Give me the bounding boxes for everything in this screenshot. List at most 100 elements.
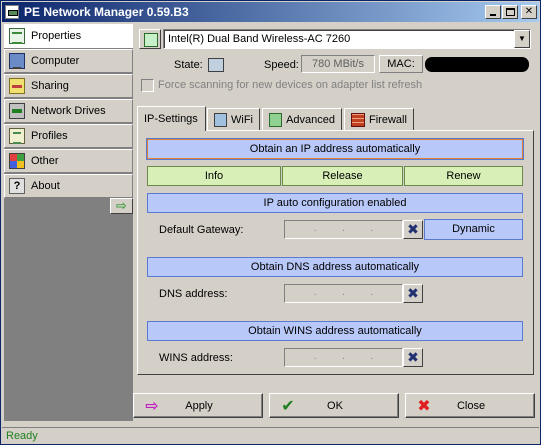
adapter-select[interactable]: Intel(R) Dual Band Wireless-AC 7260 ▼ (163, 29, 531, 49)
app-icon (5, 5, 19, 19)
tab-ip-settings[interactable]: IP-Settings (137, 106, 206, 131)
collapse-sidebar-button[interactable]: ⇨ (110, 198, 133, 214)
maximize-icon (506, 8, 515, 16)
clear-icon: ✖ (407, 221, 419, 237)
ip-dot: . (370, 287, 374, 298)
maximize-button[interactable] (502, 5, 518, 19)
adapter-selected-value: Intel(R) Dual Band Wireless-AC 7260 (168, 33, 351, 45)
renew-button[interactable]: Renew (404, 166, 523, 186)
minimize-button[interactable] (485, 5, 501, 19)
ip-dot: . (370, 223, 374, 234)
state-label: State: (174, 59, 203, 71)
sidebar-item-other[interactable]: Other (4, 149, 133, 173)
obtain-ip-toggle[interactable]: Obtain an IP address automatically (146, 138, 524, 160)
close-x-icon: ✖ (417, 397, 431, 415)
window-title: PE Network Manager 0.59.B3 (24, 5, 189, 19)
ip-dot: . (313, 351, 317, 362)
mac-address-redacted (425, 57, 529, 72)
sidebar-item-network-drives[interactable]: Network Drives (4, 99, 133, 123)
clear-wins-button[interactable]: ✖ (403, 348, 423, 367)
clear-icon: ✖ (407, 349, 419, 365)
dynamic-label: Dynamic (452, 223, 495, 235)
arrow-right-icon: ⇨ (116, 198, 127, 213)
close-button[interactable]: ✖ Close (405, 393, 535, 418)
tab-wifi[interactable]: WiFi (207, 108, 260, 130)
clear-gateway-button[interactable]: ✖ (403, 220, 423, 239)
release-label: Release (322, 170, 363, 182)
dynamic-button[interactable]: Dynamic (424, 219, 523, 240)
minimize-icon (490, 14, 496, 16)
force-scan-label: Force scanning for new devices on adapte… (158, 79, 423, 91)
mac-label: MAC: (379, 55, 423, 73)
wifi-icon (214, 112, 227, 127)
status-bar: Ready (2, 427, 539, 444)
apply-arrow-icon: ⇨ (145, 397, 159, 415)
clear-dns-button[interactable]: ✖ (403, 284, 423, 303)
ip-dot: . (342, 223, 345, 234)
ip-dot: . (342, 287, 345, 298)
tab-label: Firewall (369, 113, 407, 126)
speed-label: Speed: (264, 59, 299, 71)
title-bar[interactable]: PE Network Manager 0.59.B3 ✕ (2, 2, 539, 22)
chevron-down-icon[interactable]: ▼ (514, 30, 530, 48)
tab-label: Advanced (286, 113, 335, 126)
sidebar-item-label: Profiles (31, 130, 68, 142)
ip-dot: . (313, 223, 317, 234)
force-scan-checkbox[interactable] (141, 79, 154, 92)
auto-config-status: IP auto configuration enabled (147, 193, 523, 213)
close-window-button[interactable]: ✕ (521, 5, 537, 19)
wins-field[interactable]: ... (284, 348, 403, 367)
sidebar-item-label: Other (31, 155, 59, 167)
close-label: Close (456, 399, 486, 412)
sidebar-item-sharing[interactable]: Sharing (4, 74, 133, 98)
refresh-adapters-button[interactable] (139, 29, 161, 49)
apply-label: Apply (185, 399, 213, 412)
speed-value: 780 MBit/s (301, 55, 375, 73)
app-window: PE Network Manager 0.59.B3 ✕ Properties … (0, 0, 541, 445)
renew-label: Renew (446, 170, 481, 182)
info-button[interactable]: Info (147, 166, 281, 186)
dns-label: DNS address: (159, 288, 228, 300)
computer-icon (9, 53, 25, 69)
ok-button[interactable]: ✔ OK (269, 393, 399, 418)
sharing-icon (9, 78, 25, 94)
ok-label: OK (327, 399, 343, 412)
other-icon (9, 153, 25, 169)
network-drives-icon (9, 103, 25, 119)
status-text: Ready (6, 430, 38, 442)
clear-icon: ✖ (407, 285, 419, 301)
network-state-icon (208, 58, 224, 72)
dns-field[interactable]: ... (284, 284, 403, 303)
tab-label: IP-Settings (144, 113, 198, 125)
release-button[interactable]: Release (282, 166, 403, 186)
sidebar-item-properties[interactable]: Properties (4, 24, 133, 48)
tab-advanced[interactable]: Advanced (262, 108, 342, 130)
sidebar-item-label: About (31, 180, 60, 192)
sidebar-item-computer[interactable]: Computer (4, 49, 133, 73)
firewall-icon (351, 112, 365, 127)
ip-dot: . (313, 287, 317, 298)
obtain-wins-toggle[interactable]: Obtain WINS address automatically (147, 321, 523, 341)
sidebar-item-about[interactable]: ? About (4, 174, 133, 198)
obtain-dns-toggle[interactable]: Obtain DNS address automatically (147, 257, 523, 277)
ip-dot: . (342, 351, 345, 362)
profiles-icon (9, 128, 25, 144)
ip-dot: . (370, 351, 374, 362)
sidebar-item-label: Sharing (31, 80, 69, 92)
close-icon: ✕ (524, 6, 534, 17)
gateway-label: Default Gateway: (159, 224, 244, 236)
gateway-field[interactable]: ... (284, 220, 403, 239)
advanced-icon (269, 112, 283, 127)
sidebar-item-profiles[interactable]: Profiles (4, 124, 133, 148)
sidebar-item-label: Computer (31, 55, 80, 67)
sidebar: Properties Computer Sharing Network Driv… (4, 24, 133, 421)
wins-label: WINS address: (159, 352, 233, 364)
properties-icon (9, 28, 25, 44)
info-label: Info (204, 170, 224, 182)
tab-firewall[interactable]: Firewall (344, 108, 414, 130)
sidebar-item-label: Properties (31, 30, 82, 42)
tab-label: WiFi (231, 113, 253, 126)
checkmark-icon: ✔ (281, 397, 295, 415)
apply-button[interactable]: ⇨ Apply (133, 393, 263, 418)
about-icon: ? (9, 178, 25, 194)
